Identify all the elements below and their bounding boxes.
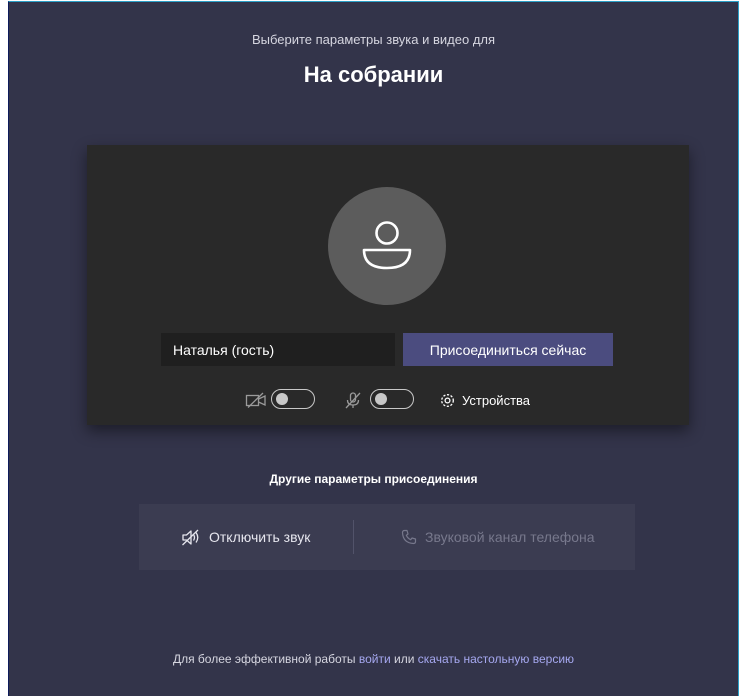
- prejoin-subtitle: Выберите параметры звука и видео для: [251, 32, 496, 47]
- mute-audio-option[interactable]: Отключить звук: [181, 504, 310, 570]
- person-icon: [362, 221, 412, 270]
- phone-icon: [401, 529, 417, 545]
- other-join-options: Отключить звук Звуковой канал телефона: [139, 504, 635, 570]
- footer-prefix: Для более эффективной работы: [172, 652, 356, 666]
- footer-note: Для более эффективной работы войти или с…: [9, 652, 738, 666]
- phone-audio-label: Звуковой канал телефона: [425, 529, 595, 545]
- other-options-title: Другие параметры присоединения: [269, 472, 478, 486]
- devices-label: Устройства: [462, 392, 531, 408]
- join-now-button[interactable]: Присоединиться сейчас: [403, 333, 613, 366]
- mic-toggle[interactable]: [370, 389, 414, 409]
- video-preview-panel: Присоединиться сейчас: [87, 145, 689, 425]
- phone-audio-option[interactable]: Звуковой канал телефона: [401, 504, 595, 570]
- devices-button[interactable]: Устройства: [439, 389, 530, 411]
- mic-off-icon: [345, 392, 361, 409]
- options-divider: [353, 520, 354, 554]
- footer-middle: или: [394, 652, 415, 666]
- download-app-link[interactable]: скачать настольную версию: [418, 652, 574, 666]
- gear-icon: [441, 393, 454, 407]
- join-screen: Выберите параметры звука и видео для На …: [8, 1, 739, 696]
- name-input[interactable]: [161, 333, 395, 366]
- window-frame: Выберите параметры звука и видео для На …: [0, 0, 741, 696]
- camera-toggle[interactable]: [271, 389, 315, 409]
- mute-audio-label: Отключить звук: [209, 529, 311, 545]
- camera-off-icon: [245, 392, 266, 408]
- speaker-off-icon: [182, 529, 199, 545]
- media-controls: Устройства: [87, 389, 689, 411]
- meeting-title: На собрании: [303, 62, 444, 87]
- avatar: [328, 187, 446, 305]
- login-link[interactable]: войти: [359, 652, 391, 666]
